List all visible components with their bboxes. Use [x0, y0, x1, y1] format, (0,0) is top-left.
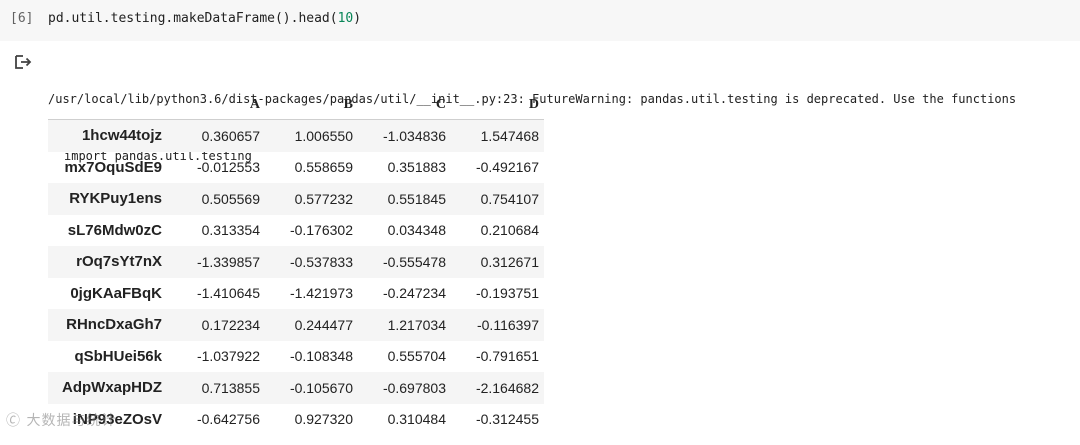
table-row: RHncDxaGh7 0.172234 0.244477 1.217034 -0.116… [48, 309, 544, 341]
notebook-output: [6] pd.util.testing.makeDataFrame().head… [0, 0, 1080, 445]
table-cell: 0.034348 [387, 222, 446, 239]
table-row: AdpWxapHDZ 0.713855 -0.105670 -0.697803 -2.1… [48, 372, 544, 404]
column-header-a: A [172, 90, 265, 120]
row-index: RYKPuy1ens [69, 190, 162, 208]
table-cell: 1.006550 [294, 127, 353, 144]
dataframe-table: ABCD 1hcw44tojz 0.360657 1.006550 -1.034836… [48, 90, 544, 435]
table-cell: -1.034836 [382, 127, 446, 144]
row-index: RHncDxaGh7 [66, 316, 162, 334]
table-row: qSbHUei56k -1.037922 -0.108348 0.555704 -0.7… [48, 341, 544, 373]
table-cell: 0.555704 [387, 348, 446, 365]
table-cell: -1.410645 [196, 285, 260, 302]
table-row: RYKPuy1ens 0.505569 0.577232 0.551845 0.7541… [48, 183, 544, 215]
column-header-d: D [451, 90, 544, 120]
index-header [48, 90, 172, 120]
table-row: 1hcw44tojz 0.360657 1.006550 -1.034836 1.547… [48, 119, 544, 152]
header-row: ABCD [48, 90, 544, 120]
table-cell: 1.217034 [387, 316, 446, 333]
table-cell: 0.310484 [387, 411, 446, 428]
table-cell: -0.193751 [475, 285, 539, 302]
table-cell: 1.547468 [480, 127, 539, 144]
code-text: pd.util.testing.makeDataFrame().head( [48, 11, 338, 26]
row-index: mx7OquSdE9 [64, 158, 162, 176]
column-header-c: C [358, 90, 451, 120]
table-cell: 0.551845 [387, 190, 446, 207]
table-cell: -1.037922 [196, 348, 260, 365]
table-cell: 0.577232 [294, 190, 353, 207]
table-cell: -0.247234 [382, 285, 446, 302]
table-cell: -1.339857 [196, 253, 260, 270]
table-cell: 0.927320 [294, 411, 353, 428]
code-number: 10 [337, 11, 354, 26]
table-row: sL76Mdw0zC 0.313354 -0.176302 0.034348 0.210… [48, 215, 544, 247]
table-cell: 0.505569 [201, 190, 260, 207]
table-cell: -2.164682 [475, 379, 539, 396]
output-arrow-icon[interactable] [14, 53, 32, 71]
table-body: 1hcw44tojz 0.360657 1.006550 -1.034836 1.547… [48, 119, 544, 436]
table-cell: -0.697803 [382, 379, 446, 396]
table-row: 0jgKAaFBqK -1.410645 -1.421973 -0.247234 -0.… [48, 278, 544, 310]
table-cell: -0.105670 [289, 379, 353, 396]
code-text-end: ) [353, 11, 362, 26]
table-cell: -0.492167 [475, 159, 539, 176]
table-cell: 0.210684 [480, 222, 539, 239]
code-line[interactable]: pd.util.testing.makeDataFrame().head(10) [48, 11, 361, 26]
table-cell: -0.116397 [476, 316, 539, 333]
cell-prompt: [6] [10, 11, 34, 26]
table-row: mx7OquSdE9 -0.012553 0.558659 0.351883 -0.49… [48, 152, 544, 184]
table-cell: 0.713855 [201, 379, 260, 396]
table-cell: 0.754107 [480, 190, 539, 207]
column-header-b: B [265, 90, 358, 120]
table-cell: 0.558659 [294, 159, 353, 176]
table-cell: -0.537833 [289, 253, 353, 270]
row-index: 0jgKAaFBqK [70, 284, 162, 302]
row-index: sL76Mdw0zC [67, 221, 162, 239]
table-cell: 0.351883 [387, 159, 446, 176]
table-cell: -0.108348 [289, 348, 353, 365]
table-row: iNP93eZOsV -0.642756 0.927320 0.310484 -0.31… [48, 404, 544, 436]
code-cell[interactable]: [6] pd.util.testing.makeDataFrame().head… [0, 0, 1080, 41]
row-index: rOq7sYt7nX [76, 253, 162, 271]
table-cell: -0.555478 [382, 253, 446, 270]
table-cell: -0.012553 [196, 159, 260, 176]
table-cell: -0.176302 [289, 222, 353, 239]
table-cell: -0.312455 [475, 411, 539, 428]
table-cell: -1.421973 [289, 285, 353, 302]
table-cell: 0.312671 [480, 253, 539, 270]
watermark-logo: 🄫 大数据与统计 [6, 413, 117, 429]
row-index: 1hcw44tojz [81, 127, 162, 145]
table-cell: 0.172234 [201, 316, 260, 333]
table-cell: -0.791651 [475, 348, 539, 365]
row-index: AdpWxapHDZ [62, 379, 162, 397]
table-cell: 0.244477 [294, 316, 353, 333]
watermark-text: 大数据与统计 [26, 413, 117, 429]
table-cell: -0.642756 [196, 411, 260, 428]
table-row: rOq7sYt7nX -1.339857 -0.537833 -0.555478 0.3… [48, 246, 544, 278]
table-cell: 0.360657 [201, 127, 260, 144]
row-index: qSbHUei56k [74, 347, 162, 365]
table-cell: 0.313354 [201, 222, 260, 239]
